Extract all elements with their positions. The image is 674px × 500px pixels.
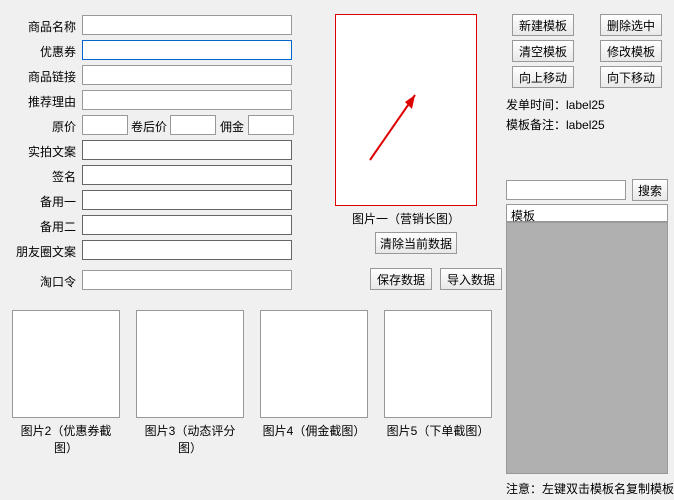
- after-coupon-input[interactable]: [170, 115, 216, 135]
- image5-label: 图片5（下单截图）: [384, 422, 492, 439]
- label-remark2: 备用二: [20, 218, 76, 235]
- image3-box[interactable]: [136, 310, 244, 418]
- taokouling-input[interactable]: [82, 270, 292, 290]
- image2-box[interactable]: [12, 310, 120, 418]
- remark1-input[interactable]: [82, 190, 292, 210]
- orig-price-input[interactable]: [82, 115, 128, 135]
- label-after-coupon: 卷后价: [131, 118, 167, 135]
- search-input[interactable]: [506, 180, 626, 200]
- label-coupon: 优惠券: [20, 43, 76, 60]
- label-product-name: 商品名称: [20, 18, 76, 35]
- note-text: 注意：左键双击模板名复制模板: [506, 480, 674, 497]
- image1-box[interactable]: [335, 14, 477, 206]
- label-product-link: 商品链接: [20, 68, 76, 85]
- delete-selected-button[interactable]: 删除选中: [600, 14, 662, 36]
- clear-current-button[interactable]: 清除当前数据: [375, 232, 457, 254]
- image3-label: 图片3（动态评分图）: [136, 422, 244, 456]
- product-link-input[interactable]: [82, 65, 292, 85]
- label-commission: 佣金: [220, 118, 244, 135]
- label-recommend-reason: 推荐理由: [20, 93, 76, 110]
- moments-input[interactable]: [82, 240, 292, 260]
- image4-label: 图片4（佣金截图）: [260, 422, 368, 439]
- edit-template-button[interactable]: 修改模板: [600, 40, 662, 62]
- order-time-label: 发单时间：label25: [506, 96, 605, 113]
- remark2-input[interactable]: [82, 215, 292, 235]
- label-real-shot: 实拍文案: [20, 143, 76, 160]
- image2-label: 图片2（优惠券截图）: [12, 422, 120, 456]
- template-remark-label: 模板备注：label25: [506, 116, 605, 133]
- image4-box[interactable]: [260, 310, 368, 418]
- label-remark1: 备用一: [20, 193, 76, 210]
- signature-input[interactable]: [82, 165, 292, 185]
- label-orig-price: 原价: [20, 118, 76, 135]
- save-button[interactable]: 保存数据: [370, 268, 432, 290]
- search-button[interactable]: 搜索: [632, 179, 668, 201]
- clear-template-button[interactable]: 清空模板: [512, 40, 574, 62]
- new-template-button[interactable]: 新建模板: [512, 14, 574, 36]
- image5-box[interactable]: [384, 310, 492, 418]
- import-button[interactable]: 导入数据: [440, 268, 502, 290]
- move-down-button[interactable]: 向下移动: [600, 66, 662, 88]
- commission-input[interactable]: [248, 115, 294, 135]
- move-up-button[interactable]: 向上移动: [512, 66, 574, 88]
- label-taokouling: 淘口令: [20, 273, 76, 290]
- recommend-reason-input[interactable]: [82, 90, 292, 110]
- label-signature: 签名: [20, 168, 76, 185]
- label-moments: 朋友圈文案: [8, 243, 76, 260]
- template-list[interactable]: [506, 222, 668, 474]
- template-list-header: 模板: [506, 204, 668, 222]
- coupon-input[interactable]: [82, 40, 292, 60]
- real-shot-input[interactable]: [82, 140, 292, 160]
- product-name-input[interactable]: [82, 15, 292, 35]
- image1-label: 图片一（营销长图）: [335, 210, 477, 227]
